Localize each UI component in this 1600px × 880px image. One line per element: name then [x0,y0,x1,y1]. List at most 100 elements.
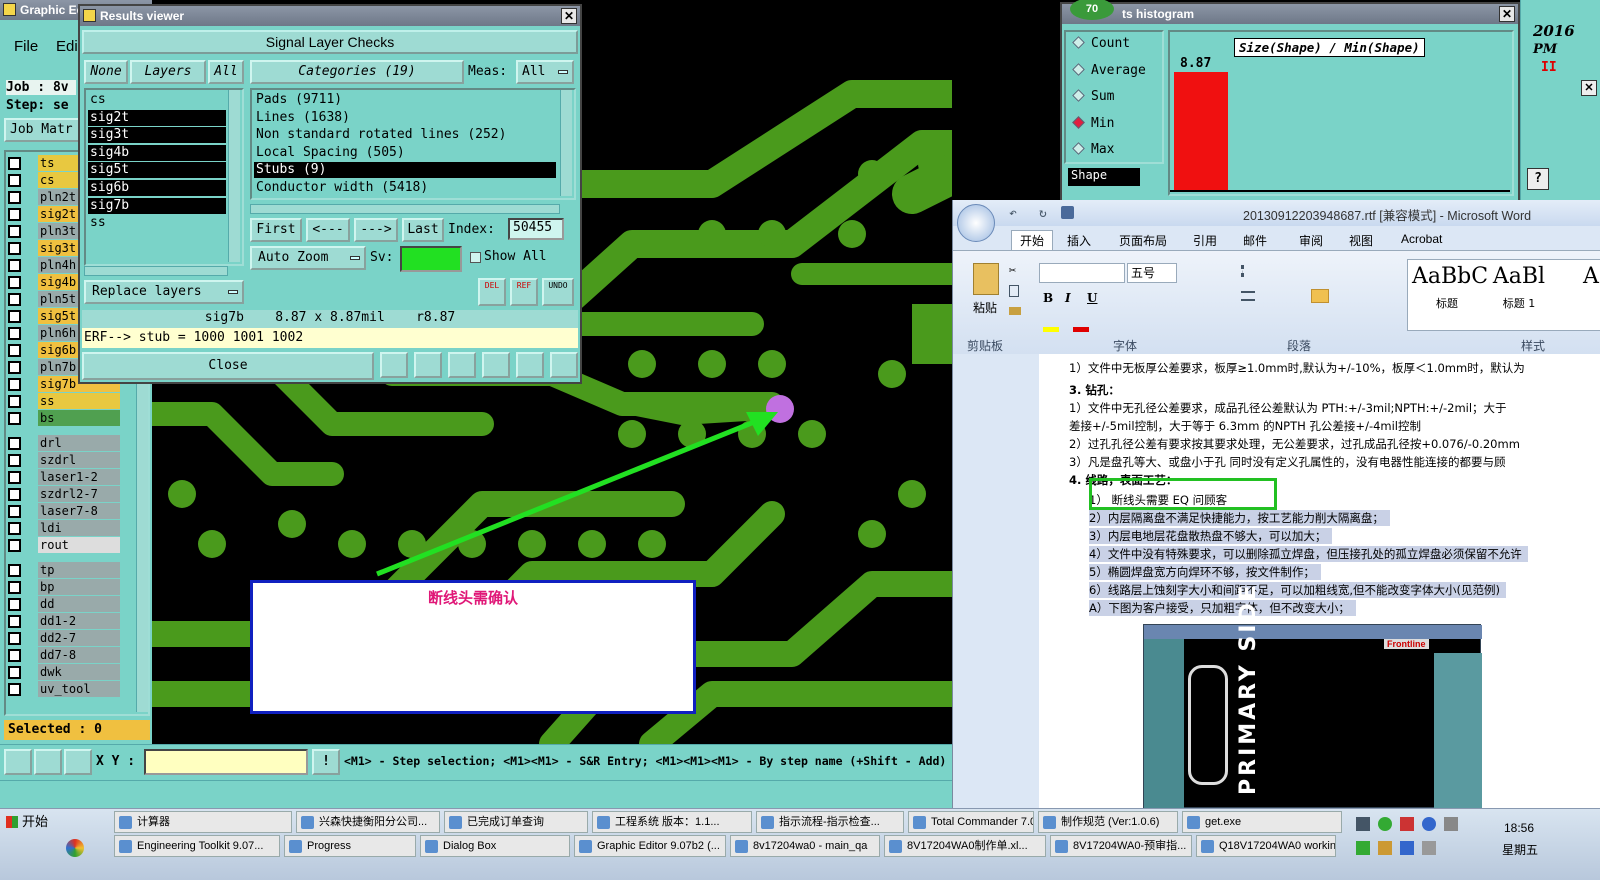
grid-tool-icon[interactable] [64,749,92,775]
bold-icon[interactable]: B [1043,291,1053,305]
layer-row-rout[interactable]: rout [8,536,120,554]
meas-dropdown[interactable]: All [516,60,574,84]
layer-checkbox[interactable] [8,683,21,696]
taskbar-button[interactable]: 制作规范 (Ver:1.0.6) [1038,811,1178,833]
category-hscroll[interactable] [250,204,560,214]
rv-layer-scrollbar[interactable] [228,90,240,262]
ribbon-tab[interactable]: 引用 [1193,232,1217,249]
layer-checkbox[interactable] [8,471,21,484]
layer-checkbox[interactable] [8,615,21,628]
layer-row-laser7-8[interactable]: laser7-8 [8,502,120,520]
font-size-box[interactable]: 五号 [1127,263,1177,283]
tray-icon-5[interactable] [1444,817,1458,831]
layer-row-dd2-7[interactable]: dd2-7 [8,629,120,647]
taskbar-button[interactable]: 8V17204WA0制作单.xl... [884,835,1046,857]
align-left-icon[interactable] [1241,291,1255,301]
layer-checkbox[interactable] [8,225,21,238]
quick-launch-icon[interactable] [66,839,84,857]
category-item[interactable]: Pads (9711) [254,92,556,108]
layer-checkbox[interactable] [8,344,21,357]
taskbar-button[interactable]: Dialog Box [420,835,570,857]
xy-input[interactable] [144,749,308,775]
menu-file[interactable]: File [14,38,38,55]
tray-icon-6[interactable] [1356,841,1370,855]
layer-checkbox[interactable] [8,191,21,204]
close-icon[interactable]: ✕ [1499,6,1515,22]
rv-layer-item[interactable]: ss [88,215,226,231]
tray-icon-8[interactable] [1400,841,1414,855]
category-item[interactable]: Non standard rotated lines (252) [254,127,556,143]
office-button[interactable] [957,204,995,242]
layer-checkbox[interactable] [8,293,21,306]
tray-icon-7[interactable] [1378,841,1392,855]
ribbon-tab[interactable]: 审阅 [1299,232,1323,249]
layer-row-drl[interactable]: drl [8,434,120,452]
style-item[interactable]: A [1556,264,1600,326]
tray-icon-2[interactable] [1378,817,1392,831]
taskbar-button[interactable]: 计算器 [114,811,292,833]
export-icon[interactable] [414,352,442,378]
document-page[interactable]: 1）文件中无板厚公差要求，板厚≥1.0mm时,默认为+/-10%，板厚＜1.0m… [1039,354,1600,808]
italic-icon[interactable]: I [1065,291,1071,305]
close-icon[interactable]: ✕ [1581,80,1597,96]
layer-checkbox[interactable] [8,598,21,611]
sv-color-dropdown[interactable] [400,246,462,272]
layer-checkbox[interactable] [8,632,21,645]
histogram-icon[interactable] [550,352,578,378]
layer-row-dwk[interactable]: dwk [8,663,120,681]
layer-row-szdrl[interactable]: szdrl [8,451,120,469]
zoom-tool-icon[interactable] [4,749,32,775]
layer-checkbox[interactable] [8,242,21,255]
category-item[interactable]: Stubs (9) [254,162,556,179]
rv-layer-item[interactable]: sig2t [88,109,226,126]
rv-layer-item[interactable]: sig5t [88,162,226,179]
style-item[interactable]: AaBl 标题 1 [1484,264,1554,326]
justify-icon[interactable] [1311,289,1329,303]
layer-checkbox[interactable] [8,522,21,535]
auto-zoom-dropdown[interactable]: Auto Zoom [250,246,366,270]
layer-checkbox[interactable] [8,454,21,467]
taskbar-button[interactable]: 已完成订单查询 [444,811,588,833]
rv-layer-item[interactable]: sig4b [88,144,226,161]
job-matrix-button[interactable]: Job Matr [4,118,82,142]
layer-checkbox[interactable] [8,581,21,594]
layer-checkbox[interactable] [8,564,21,577]
del-button[interactable]: DEL [478,278,506,306]
layer-checkbox[interactable] [8,666,21,679]
histogram-option-sum[interactable]: Sum [1070,89,1114,109]
style-gallery[interactable]: AaBbC 标题 AaBl 标题 1 A [1407,259,1600,331]
layer-checkbox[interactable] [8,378,21,391]
clock-time[interactable]: 18:56 [1504,821,1534,835]
alert-icon[interactable]: ! [312,749,340,775]
pause-icon[interactable]: II [1541,60,1557,75]
layer-checkbox[interactable] [8,174,21,187]
layer-select-list[interactable]: cs sig2t sig3t sig4b sig5t sig6b sig7b ss [84,88,244,266]
layer-checkbox[interactable] [8,157,21,170]
none-button[interactable]: None [84,60,128,84]
all-button[interactable]: All [208,60,244,84]
tray-icon-4[interactable] [1422,817,1436,831]
layer-checkbox[interactable] [8,327,21,340]
redo-icon[interactable]: ↻ [1039,206,1047,221]
layer-row-bs[interactable]: bs [8,409,120,427]
layer-checkbox[interactable] [8,505,21,518]
layer-row-laser1-2[interactable]: laser1-2 [8,468,120,486]
category-item[interactable]: Local Spacing (505) [254,145,556,161]
layer-row-dd[interactable]: dd [8,595,120,613]
layer-row-ldi[interactable]: ldi [8,519,120,537]
categories-button[interactable]: Categories (19) [250,60,464,84]
rv-layer-item[interactable]: sig7b [88,197,226,214]
layer-row-uv_tool[interactable]: uv_tool [8,680,120,698]
tray-icon-9[interactable] [1422,841,1436,855]
font-name-box[interactable] [1039,263,1125,283]
close-button[interactable]: Close [82,352,374,380]
taskbar-button[interactable]: 8v17204wa0 - main_qa [730,835,880,857]
undo-button[interactable]: UNDO [542,278,574,306]
show-all-checkbox[interactable] [470,252,481,263]
layer-row-dd7-8[interactable]: dd7-8 [8,646,120,664]
layers-button[interactable]: Layers [130,60,206,84]
close-icon[interactable]: ✕ [561,8,577,24]
taskbar-button[interactable]: 指示流程-指示检查... [756,811,904,833]
style-item[interactable]: AaBbC 标题 [1412,264,1488,326]
ribbon-tab[interactable]: 邮件 [1243,232,1267,249]
